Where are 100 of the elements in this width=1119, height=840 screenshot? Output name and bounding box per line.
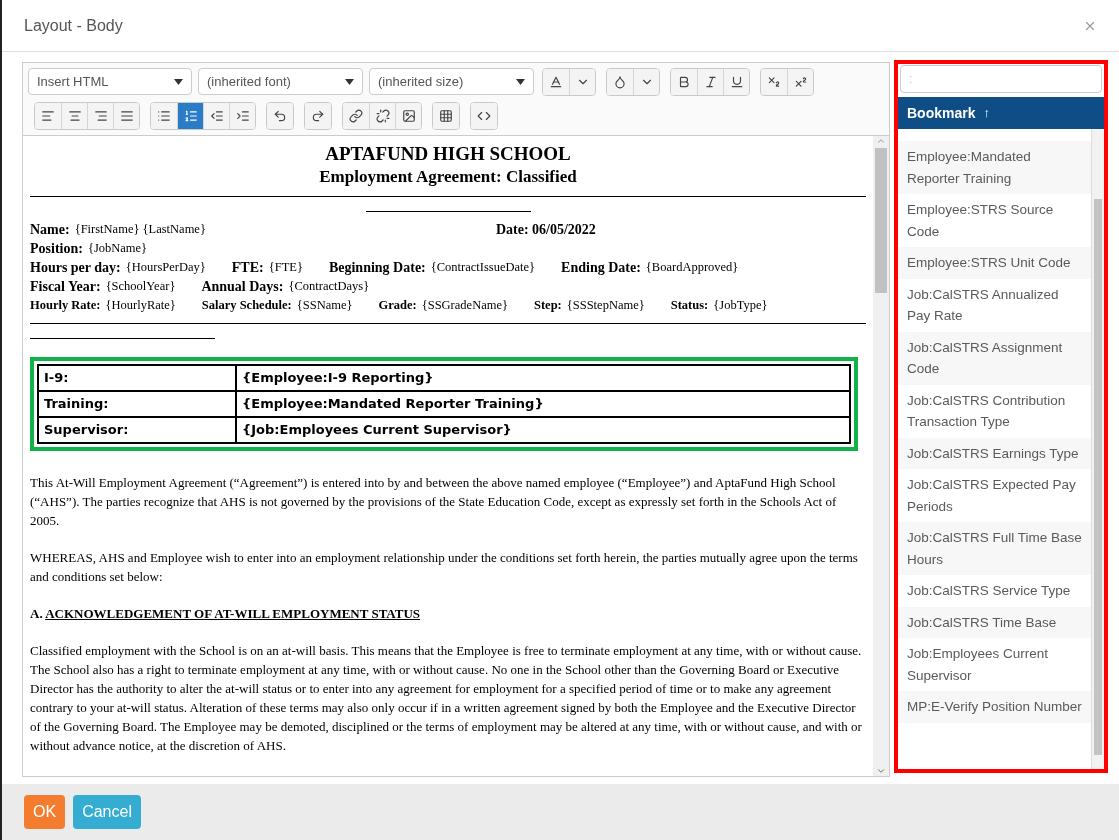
- scrollbar-thumb[interactable]: [1094, 199, 1102, 755]
- dropdown[interactable]: (inherited size): [369, 68, 534, 95]
- toolbar-button[interactable]: [343, 103, 369, 129]
- field-label: Grade:: [378, 297, 417, 314]
- document-subtitle: Employment Agreement: Classified: [318, 166, 578, 188]
- field-label: Beginning Date:: [328, 259, 426, 277]
- merge-field: {HoursPerDay}: [125, 258, 206, 277]
- merge-field: {JobType}: [713, 296, 768, 315]
- droplet-icon: [613, 75, 627, 89]
- field-label: Status:: [670, 297, 709, 314]
- merge-field: {SSGradeName}: [421, 296, 508, 315]
- field-label: Step:: [534, 297, 562, 314]
- link-icon: [349, 109, 363, 123]
- bookmark-item[interactable]: Job:CalSTRS Assignment Code: [898, 331, 1091, 385]
- scroll-down-icon[interactable]: [876, 766, 886, 776]
- field-label: Fiscal Year:: [30, 278, 101, 296]
- merge-field: {FTE}: [268, 258, 303, 277]
- search-field[interactable]: :: [900, 65, 1102, 93]
- document-title: APTAFUND HIGH SCHOOL: [324, 142, 572, 166]
- caret-icon: [345, 78, 354, 85]
- table-icon: [439, 109, 453, 123]
- table-cell: {Employee:I-9 Reporting}: [236, 365, 850, 391]
- sort-icon: ↑: [983, 103, 990, 123]
- align-right-icon: [93, 109, 108, 123]
- merge-field: {SSName}: [296, 296, 353, 315]
- align-center-icon: [67, 109, 82, 123]
- toolbar-button[interactable]: [113, 103, 139, 129]
- toolbar-button[interactable]: [369, 103, 395, 129]
- align-left-icon: [41, 109, 55, 123]
- redo-icon: [311, 109, 325, 123]
- toolbar-button[interactable]: [543, 69, 569, 95]
- superscript-icon: [793, 75, 808, 89]
- toolbar-button[interactable]: [787, 69, 813, 95]
- bold-icon: [677, 75, 691, 89]
- color-icon: [549, 75, 563, 89]
- table-cell: I-9:: [38, 365, 236, 391]
- paragraph: WHEREAS, AHS and Employee wish to enter into an employment relationship under the conditions set forth herein, the parties mutually agree upon the terms and conditions set below:: [30, 549, 859, 586]
- merge-field: {ContractDays}: [288, 277, 370, 296]
- dropdown[interactable]: (inherited font): [198, 68, 363, 95]
- field-label: Ending Date:: [561, 259, 641, 277]
- toolbar-button[interactable]: [267, 103, 293, 129]
- field-label: Hourly Rate:: [30, 297, 101, 314]
- italic-icon: [703, 75, 718, 89]
- toolbar-button[interactable]: [607, 69, 633, 95]
- toolbar-button[interactable]: [761, 69, 787, 95]
- field-label: Salary Schedule:: [201, 297, 292, 314]
- bookmark-item[interactable]: Job:CalSTRS Earnings Type: [898, 437, 1091, 469]
- window-title: Layout - Body: [24, 15, 123, 36]
- scrollbar-thumb[interactable]: [875, 148, 887, 293]
- caret-icon: [516, 78, 525, 85]
- merge-field: {HourlyRate}: [105, 296, 176, 315]
- merge-field: {BoardApproved}: [645, 258, 739, 277]
- table-cell: {Employee:Mandated Reporter Training}: [236, 391, 850, 417]
- toolbar-button[interactable]: [671, 69, 697, 95]
- column-header[interactable]: Bookmark: [907, 102, 976, 124]
- table-cell: {Job:Employees Current Supervisor}: [236, 417, 850, 443]
- bookmark-item[interactable]: Employee:Mandated Reporter Training: [898, 141, 1091, 194]
- field-label: Date: 06/05/2022: [495, 221, 596, 239]
- merge-field: {JobName}: [87, 239, 148, 258]
- section-heading: A. ACKNOWLEDGEMENT OF AT-WILL EMPLOYMENT STATUS: [30, 605, 422, 623]
- merge-field: {FirstName} {LastName}: [74, 220, 206, 239]
- toolbar-button[interactable]: [35, 103, 61, 129]
- code-icon: [477, 109, 491, 123]
- indent-icon: [235, 109, 250, 123]
- numbered-list-icon: [183, 109, 198, 123]
- bookmark-item[interactable]: Employee:STRS Unit Code: [898, 247, 1091, 279]
- field-label: FTE:: [231, 259, 264, 277]
- field-label: Hours per day:: [30, 259, 121, 277]
- field-label: Position:: [30, 240, 83, 258]
- unlink-icon: [375, 109, 390, 123]
- undo-icon: [273, 109, 287, 123]
- field-label: Annual Days:: [201, 278, 284, 296]
- image-icon: [401, 109, 416, 123]
- toolbar-button[interactable]: [697, 69, 723, 95]
- outdent-icon: [209, 109, 224, 123]
- bookmark-item[interactable]: Job:CalSTRS Full Time Base Hours: [898, 522, 1091, 575]
- toolbar-button[interactable]: [723, 69, 749, 95]
- merge-field: {SchoolYear}: [105, 277, 176, 296]
- underline-icon: [729, 75, 744, 89]
- bullet-list-icon: [157, 109, 171, 123]
- merge-field: {SSStepName}: [566, 296, 645, 315]
- paragraph: Classified employment with the School is on an at-will basis. This means that the Employee is free to terminate employment at any time, with or without cause. The School also has a right to terminate employment at any time, with or without cause. No one in the School other than the Governing Board or Executive Director has the authority to alter the at-will status or to enter into any agreement for employment for a specified period of time or to make any agreement contrary to your at-will status. Alteration of these terms may also only occur if in a written agreement signed by both the Employee and the Executive Director of the Governing Board. The Employee may be demoted, disciplined or the terms of employment may be altered at any time, with or without cause, and with or without advance notice, at the discretion of AHS.: [30, 642, 862, 755]
- bookmark-item[interactable]: Job:CalSTRS Time Base: [898, 606, 1091, 638]
- toolbar-button[interactable]: [471, 103, 497, 129]
- subscript-icon: [767, 75, 781, 89]
- toolbar-button[interactable]: [203, 103, 229, 129]
- table-cell: Training:: [38, 391, 236, 417]
- toolbar-button[interactable]: [305, 103, 331, 129]
- caret-icon: [174, 78, 183, 85]
- toolbar-button[interactable]: [61, 103, 87, 129]
- field-label: Name:: [30, 221, 70, 239]
- bookmark-item[interactable]: MP:E-Verify Position Number: [898, 691, 1091, 723]
- toolbar-button[interactable]: [433, 103, 459, 129]
- paragraph: This At-Will Employment Agreement (“Agreement”) is entered into by and between the above named employee (“Employee”) and AptaFund High School (“AHS”). The parties recognize that AHS is not governed by the provisions of the State Education Code, except as expressly set forth in the Schools Act of 2005.: [30, 474, 838, 530]
- toolbar-button[interactable]: [229, 103, 255, 129]
- toolbar-button[interactable]: [87, 103, 113, 129]
- dropdown[interactable]: Insert HTML: [28, 68, 192, 95]
- merge-field: {ContractIssueDate}: [430, 258, 536, 277]
- align-justify-icon: [119, 109, 134, 123]
- toolbar-button[interactable]: [395, 103, 421, 129]
